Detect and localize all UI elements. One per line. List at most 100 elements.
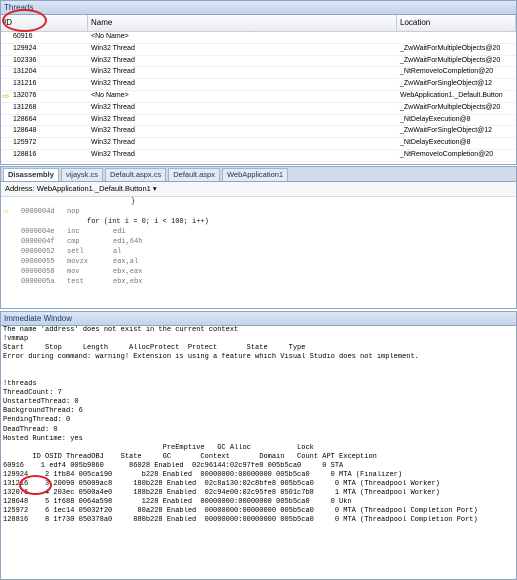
asm-operands: ebx,eax: [113, 268, 143, 276]
thread-row[interactable]: 128648 Win32 Thread _ZwWaitForSingleObject…: [1, 126, 516, 139]
thread-name: <No Name>: [91, 33, 129, 40]
output-line: DeadThread: 0: [3, 425, 58, 434]
disassembly-code: } 0000004d nop ⇨ for (int i = 0; i < 100; i+…: [1, 197, 516, 287]
column-header-location[interactable]: Location: [397, 15, 516, 31]
thread-row[interactable]: 60916 <No Name>: [1, 32, 516, 44]
tab-webapplication1[interactable]: WebApplication1: [221, 168, 289, 181]
thread-id: 60916: [13, 33, 33, 40]
threads-title: Threads: [1, 1, 516, 15]
tab-default-aspx[interactable]: Default.aspx: [168, 168, 220, 181]
thread-name: Win32 Thread: [91, 127, 135, 135]
thread-name: Win32 Thread: [91, 68, 135, 76]
thread-location: _NtRemoveIoCompletion@20: [400, 150, 494, 158]
thread-id: 128816: [13, 150, 37, 158]
asm-operands: eax,al: [113, 258, 139, 266]
thread-name: <No Name>: [91, 91, 129, 99]
address-combo[interactable]: WebApplication1._Default.Button1: [37, 184, 151, 193]
asm-line: 00000055 movzx eax,al: [1, 257, 516, 267]
thread-location: WebApplication1._Default.Button: [400, 91, 503, 99]
output-line: 131216 3 20090 05009ac8 180b228 Enabled …: [3, 479, 440, 488]
thread-row[interactable]: 125972 Win32 Thread _NtDelayExecution@8: [1, 138, 516, 150]
thread-row[interactable]: 131216 Win32 Thread _ZwWaitForSingleObject…: [1, 79, 516, 91]
asm-opcode: setl: [67, 248, 84, 256]
output-line: 132076 4 203ec 0500a4e0 188b228 Enabled …: [3, 488, 440, 497]
thread-row[interactable]: ⇨ 132076 <No Name> WebApplication1._Default…: [1, 91, 516, 103]
thread-id: 129924: [13, 44, 37, 52]
threads-window: Threads ID Name Location 60916 <No Name> 1…: [0, 0, 517, 165]
thread-id: 125972: [13, 139, 37, 147]
asm-opcode: cmp: [67, 238, 80, 246]
thread-name: Win32 Thread: [91, 80, 135, 88]
thread-name: Win32 Thread: [91, 150, 135, 158]
thread-name: Win32 Thread: [91, 115, 135, 123]
thread-location: _NtDelayExecution@8: [400, 115, 471, 123]
asm-opcode: nop: [67, 208, 80, 216]
output-line: Hosted Runtime: yes: [3, 434, 83, 443]
thread-name: Win32 Thread: [91, 56, 135, 64]
thread-row[interactable]: 128816 Win32 Thread _NtRemoveIoCompletion@…: [1, 150, 516, 162]
asm-opcode: movzx: [67, 258, 89, 266]
source-text: for (int i = 0; i < 100; i++): [87, 218, 209, 226]
asm-opcode: test: [67, 278, 84, 286]
asm-address: 00000058: [21, 268, 55, 276]
output-line: The name 'address' does not exist in the…: [3, 326, 239, 334]
thread-id: 131216: [13, 80, 37, 88]
highlight-oval: [2, 9, 47, 32]
highlight-oval: [19, 475, 52, 495]
immediate-output[interactable]: The name 'address' does not exist in the…: [1, 326, 516, 525]
source-text: }: [131, 198, 136, 206]
output-line: ThreadCount: 7: [3, 389, 62, 398]
source-line: for (int i = 0; i < 100; i++): [1, 217, 516, 227]
thread-name: Win32 Thread: [91, 103, 135, 111]
asm-address: 0000004f: [21, 238, 55, 246]
asm-opcode: inc: [67, 228, 80, 236]
immediate-window[interactable]: Immediate Window The name 'address' does…: [0, 311, 517, 580]
output-line: 128816 8 1f730 050378a0 880b228 Enabled …: [3, 515, 478, 524]
thread-id: 131204: [13, 68, 37, 76]
chevron-down-icon[interactable]: ▾: [153, 184, 157, 193]
thread-name: Win32 Thread: [91, 139, 135, 147]
asm-address: 0000004d: [21, 208, 55, 216]
instruction-pointer-arrow-icon: ⇨: [3, 207, 9, 217]
thread-name: Win32 Thread: [91, 44, 135, 52]
thread-id: 128664: [13, 115, 37, 123]
tab-disassembly[interactable]: Disassembly: [3, 168, 59, 181]
thread-row[interactable]: 102336 Win32 Thread _ZwWaitForMultipleObje…: [1, 56, 516, 68]
source-line: }: [1, 197, 516, 207]
thread-location: _ZwWaitForSingleObject@12: [400, 80, 493, 88]
output-line: 129924 2 1fb84 005ca190 b228 Enabled 000…: [3, 470, 403, 479]
output-line: BackgroundThread: 6: [3, 407, 83, 416]
thread-row[interactable]: 131268 Win32 Thread _ZwWaitForMultipleObje…: [1, 103, 516, 115]
tab-vijaysk-cs[interactable]: vijaysk.cs: [60, 168, 103, 181]
thread-location: _NtRemoveIoCompletion@20: [400, 68, 494, 76]
document-tabs: Disassembly vijaysk.cs Default.aspx.cs D…: [1, 167, 516, 182]
thread-location: _ZwWaitForSingleObject@12: [400, 127, 493, 135]
asm-opcode: mov: [67, 268, 80, 276]
asm-line: 00000058 mov ebx,eax: [1, 267, 516, 277]
output-line: !vmmap: [3, 335, 29, 344]
thread-location: _NtDelayExecution@8: [400, 139, 471, 147]
asm-operands: edi: [113, 228, 126, 236]
thread-id: 131268: [13, 103, 37, 111]
thread-row[interactable]: 131204 Win32 Thread _NtRemoveIoCompletion@…: [1, 67, 516, 80]
asm-line: 0000004d nop ⇨: [1, 207, 516, 217]
thread-id: 132076: [13, 91, 37, 99]
output-line: ID OSID ThreadOBJ State GC Context Domai…: [3, 452, 377, 461]
asm-line: 0000005a test ebx,ebx: [1, 277, 516, 287]
output-line: 128648 5 1f688 0064a598 1228 Enabled 000…: [3, 497, 352, 506]
thread-id: 102336: [13, 56, 37, 64]
column-header-name[interactable]: Name: [88, 15, 397, 31]
asm-line: 0000004e inc edi: [1, 227, 516, 237]
output-line: UnstartedThread: 0: [3, 398, 79, 407]
thread-location: _ZwWaitForMultipleObjects@20: [400, 103, 501, 111]
asm-address: 0000005a: [21, 278, 55, 286]
address-bar: Address: WebApplication1._Default.Button…: [1, 182, 516, 197]
tab-default-aspx-cs[interactable]: Default.aspx.cs: [104, 168, 167, 181]
output-line: 60916 1 edf4 005b9860 86028 Enabled 02c9…: [3, 461, 344, 470]
thread-row[interactable]: 128664 Win32 Thread _NtDelayExecution@8: [1, 115, 516, 127]
asm-line: 00000052 setl al: [1, 247, 516, 257]
asm-operands: al: [113, 248, 122, 256]
thread-row[interactable]: 129924 Win32 Thread _ZwWaitForMultipleObje…: [1, 44, 516, 56]
asm-operands: edi,64h: [113, 238, 143, 246]
